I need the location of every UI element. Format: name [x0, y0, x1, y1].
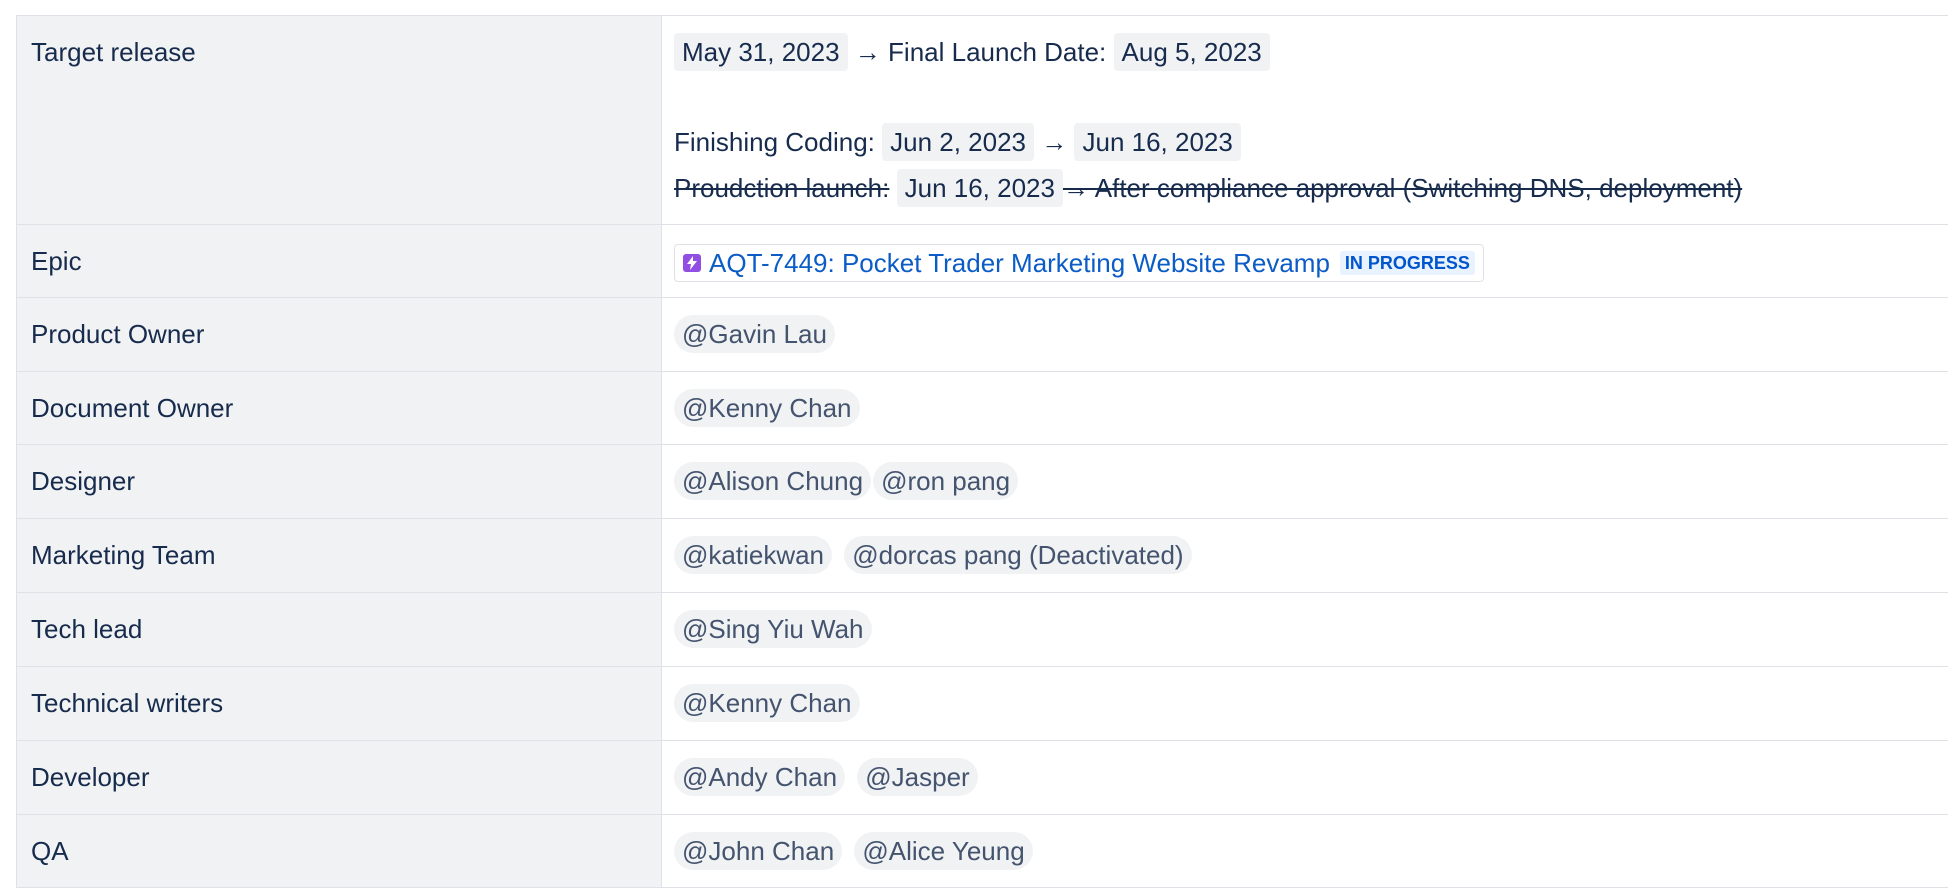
user-mention[interactable]: @Jasper	[857, 758, 978, 796]
row-label: Technical writers	[17, 667, 662, 740]
row-label: Tech lead	[17, 593, 662, 666]
arrow-text: →	[1041, 127, 1068, 157]
row-label: QA	[17, 815, 662, 887]
date-chip[interactable]: Jun 16, 2023	[896, 169, 1063, 207]
table-row: Document Owner @Kenny Chan	[17, 372, 1948, 445]
user-mention[interactable]: @katiekwan	[674, 536, 833, 574]
row-label: Designer	[17, 445, 662, 518]
table-row: Tech lead @Sing Yiu Wah	[17, 593, 1948, 667]
table-row: Designer @Alison Chung @ron pang	[17, 445, 1948, 519]
user-mention[interactable]: @dorcas pang (Deactivated)	[844, 536, 1192, 574]
target-release-value: May 31, 2023 → Final Launch Date: Aug 5,…	[662, 16, 1948, 224]
user-mention[interactable]: @Alice Yeung	[854, 832, 1033, 870]
table-row: Target release May 31, 2023 → Final Laun…	[17, 16, 1948, 225]
date-chip[interactable]: May 31, 2023	[674, 33, 848, 71]
epic-smart-link[interactable]: AQT-7449: Pocket Trader Marketing Websit…	[674, 244, 1484, 282]
table-row: QA @John Chan @Alice Yeung	[17, 815, 1948, 888]
page-properties-table: Target release May 31, 2023 → Final Laun…	[16, 15, 1948, 888]
table-row: Epic AQT-7449: Pocket Trader Marketing W…	[17, 225, 1948, 298]
release-text: Finishing Coding:	[674, 127, 875, 157]
user-mention[interactable]: @Alison Chung	[674, 462, 872, 500]
date-chip[interactable]: Jun 16, 2023	[1074, 123, 1241, 161]
row-label: Product Owner	[17, 298, 662, 371]
date-chip[interactable]: Aug 5, 2023	[1113, 33, 1270, 71]
date-chip[interactable]: Jun 2, 2023	[882, 123, 1035, 161]
release-line-3: Proudction launch: Jun 16, 2023 → After c…	[674, 167, 1937, 209]
user-mention[interactable]: @Andy Chan	[674, 758, 846, 796]
row-label: Marketing Team	[17, 519, 662, 592]
epic-lightning-icon	[683, 254, 701, 272]
release-line-1: May 31, 2023 → Final Launch Date: Aug 5,…	[674, 31, 1937, 73]
user-mention[interactable]: @Kenny Chan	[674, 684, 860, 722]
status-badge: IN PROGRESS	[1339, 251, 1475, 275]
table-row: Developer @Andy Chan @Jasper	[17, 741, 1948, 815]
table-row: Product Owner @Gavin Lau	[17, 298, 1948, 372]
user-mention[interactable]: @Sing Yiu Wah	[674, 610, 872, 648]
row-label: Document Owner	[17, 372, 662, 444]
row-label: Epic	[17, 225, 662, 297]
user-mention[interactable]: @Gavin Lau	[674, 315, 835, 353]
release-line-2: Finishing Coding: Jun 2, 2023 → Jun 16, …	[674, 121, 1937, 167]
epic-link-text[interactable]: AQT-7449: Pocket Trader Marketing Websit…	[709, 245, 1330, 281]
arrow-text: →	[854, 37, 881, 67]
epic-value: AQT-7449: Pocket Trader Marketing Websit…	[662, 225, 1948, 297]
struck-release-suffix: → After compliance approval (Switching D…	[1062, 173, 1743, 203]
table-row: Technical writers @Kenny Chan	[17, 667, 1948, 741]
row-label: Target release	[17, 16, 662, 224]
table-row: Marketing Team @katiekwan @dorcas pang (…	[17, 519, 1948, 593]
row-label: Developer	[17, 741, 662, 814]
release-text: Final Launch Date:	[888, 37, 1107, 67]
struck-release-text: Proudction launch:	[674, 173, 890, 203]
user-mention[interactable]: @ron pang	[873, 462, 1019, 500]
user-mention[interactable]: @Kenny Chan	[674, 389, 860, 427]
user-mention[interactable]: @John Chan	[674, 832, 843, 870]
